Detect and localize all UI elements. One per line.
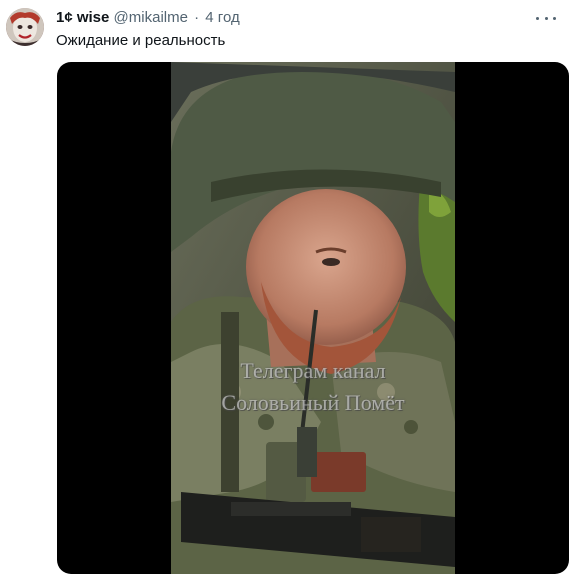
watermark-line-1: Телеграм канал [240, 358, 386, 383]
tweet[interactable]: 1¢ wise @mikailme · 4 год Ожидание и реа… [0, 0, 572, 580]
user-handle[interactable]: @mikailme [114, 9, 188, 26]
more-dot [536, 16, 539, 20]
more-dot [544, 16, 548, 20]
more-dot [553, 16, 556, 20]
tweet-text: Ожидание и реальность [56, 32, 226, 49]
timestamp[interactable]: 4 год [205, 9, 239, 26]
more-horizontal-icon[interactable] [536, 10, 556, 26]
separator-dot: · [194, 9, 200, 26]
video-frame[interactable]: Телеграм канал Соловьиный Помёт [171, 62, 455, 574]
display-name[interactable]: 1¢ wise [56, 9, 109, 26]
tweet-header: 1¢ wise @mikailme · 4 год [56, 9, 240, 27]
watermark-line-2: Соловьиный Помёт [221, 390, 405, 415]
clown-avatar-icon [6, 8, 44, 46]
soldier-video-image [171, 62, 455, 574]
avatar[interactable] [6, 8, 44, 46]
media-container[interactable]: Телеграм канал Соловьиный Помёт [57, 62, 569, 574]
